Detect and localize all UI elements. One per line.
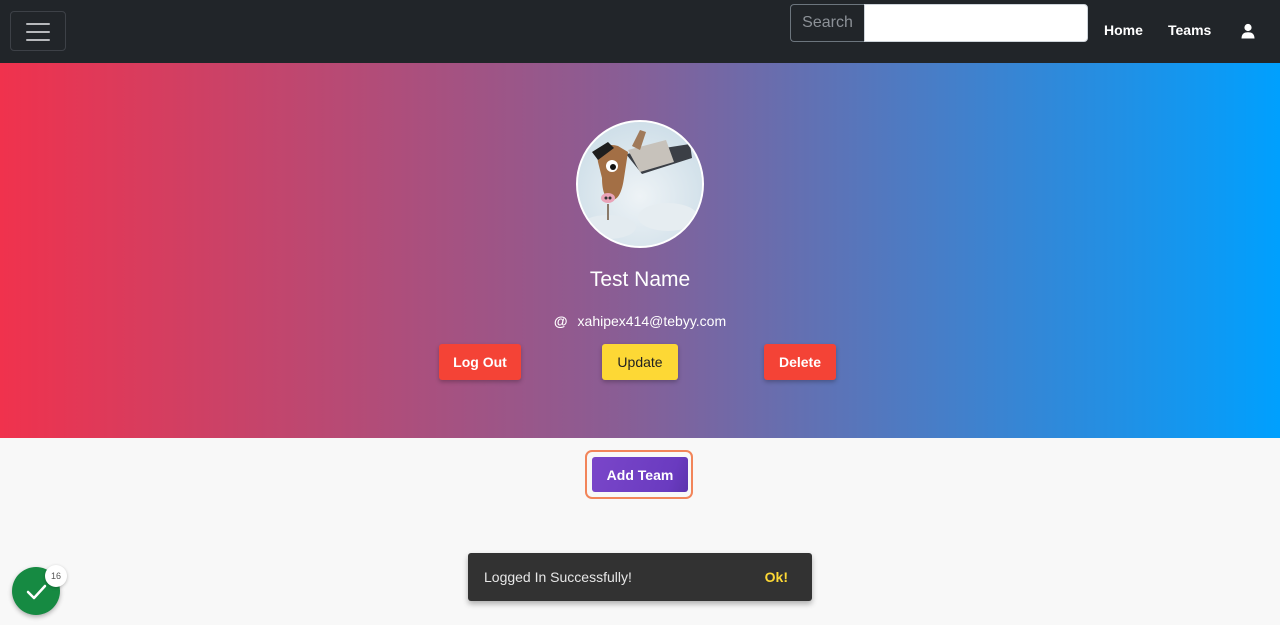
hamburger-icon-line <box>26 31 50 33</box>
email-text: xahipex414@tebyy.com <box>577 313 727 329</box>
avatar <box>576 120 704 248</box>
search-label: Search <box>790 4 864 42</box>
fab-badge: 16 <box>45 565 67 587</box>
update-button[interactable]: Update <box>602 344 678 380</box>
snackbar: Logged In Successfully! Ok! <box>468 553 812 601</box>
snackbar-message: Logged In Successfully! <box>484 569 632 585</box>
add-team-focus-ring: Add Team <box>585 450 693 499</box>
menu-toggle-button[interactable] <box>10 11 66 51</box>
email-row: @ xahipex414@tebyy.com <box>0 313 1280 329</box>
logout-button[interactable]: Log Out <box>439 344 521 380</box>
snackbar-ok-button[interactable]: Ok! <box>765 569 788 585</box>
add-team-button[interactable]: Add Team <box>592 457 688 492</box>
nav-link-teams[interactable]: Teams <box>1168 22 1211 38</box>
hamburger-icon-line <box>26 39 50 41</box>
avatar-image <box>578 122 702 246</box>
profile-header: Test Name @ xahipex414@tebyy.com Log Out … <box>0 63 1280 438</box>
top-navbar: Search Home Teams <box>0 0 1280 63</box>
search-input[interactable] <box>864 4 1088 42</box>
delete-button[interactable]: Delete <box>764 344 836 380</box>
user-icon[interactable] <box>1240 23 1256 39</box>
hamburger-icon <box>26 23 50 25</box>
at-icon: @ <box>553 313 568 329</box>
profile-name: Test Name <box>589 268 691 291</box>
nav-link-home[interactable]: Home <box>1104 22 1143 38</box>
